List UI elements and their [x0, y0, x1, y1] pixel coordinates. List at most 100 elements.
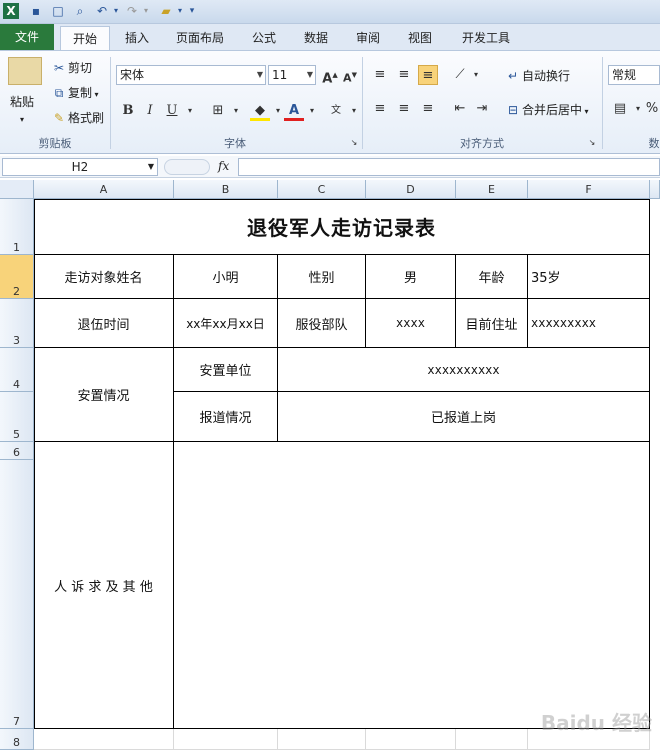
tab-developer[interactable]: 开发工具 [454, 26, 518, 50]
column-header-b[interactable]: B [174, 180, 278, 199]
copy-button[interactable]: ⧉ 复制 ▾ [50, 84, 99, 104]
print-preview-icon[interactable]: ⌕ [72, 3, 88, 19]
value-placement-unit[interactable]: xxxxxxxxxx [278, 348, 650, 392]
row-header-6[interactable]: 6 [0, 442, 34, 460]
column-header-f[interactable]: F [528, 180, 650, 199]
grid-cell[interactable] [456, 729, 528, 750]
insert-function-icon[interactable]: fx [218, 159, 229, 173]
label-visit-name[interactable]: 走访对象姓名 [34, 255, 174, 299]
italic-icon[interactable]: I [140, 101, 160, 121]
grow-font-icon[interactable]: A▲ [320, 65, 340, 86]
font-size-select[interactable]: 11 ▼ [268, 65, 316, 85]
font-color-dropdown-icon[interactable]: ▾ [302, 101, 322, 121]
label-placement-unit[interactable]: 安置单位 [174, 348, 278, 392]
row-header-2[interactable]: 2 [0, 255, 34, 299]
tab-view[interactable]: 视图 [400, 26, 440, 50]
brush-icon: ✎ [53, 111, 65, 125]
grid-cell[interactable] [34, 729, 174, 750]
align-center-icon[interactable]: ≡ [394, 99, 414, 119]
label-current-address[interactable]: 目前住址 [456, 299, 528, 348]
paste-icon[interactable] [8, 57, 42, 85]
align-top-icon[interactable]: ≡ [370, 65, 390, 85]
select-all-corner[interactable] [0, 180, 34, 199]
shrink-font-icon[interactable]: A▼ [340, 65, 360, 85]
label-appeal[interactable]: 人 诉 求 及 其 他 [34, 442, 174, 729]
bold-icon[interactable]: B [118, 101, 138, 121]
align-left-icon[interactable]: ≡ [370, 99, 390, 119]
phonetic-guide-icon[interactable]: 文 [326, 101, 346, 121]
borders-dropdown-icon[interactable]: ▾ [226, 101, 246, 121]
grid-cell[interactable] [278, 729, 366, 750]
merge-icon: ⊟ [507, 103, 519, 117]
label-age[interactable]: 年龄 [456, 255, 528, 299]
row-header-1[interactable]: 1 [0, 199, 34, 255]
column-header-g[interactable] [650, 180, 660, 199]
tab-file[interactable]: 文件 [0, 24, 54, 50]
new-file-icon[interactable]: □ [50, 3, 66, 19]
redo-dropdown-icon[interactable]: ▾ [138, 3, 154, 19]
undo-dropdown-icon[interactable]: ▾ [108, 3, 124, 19]
value-appeal[interactable] [174, 442, 650, 729]
tab-formulas[interactable]: 公式 [244, 26, 284, 50]
tab-page-layout[interactable]: 页面布局 [168, 26, 232, 50]
save-icon[interactable]: ▪ [28, 3, 44, 19]
row-header-4[interactable]: 4 [0, 348, 34, 392]
column-header-d[interactable]: D [366, 180, 456, 199]
underline-icon[interactable]: U [162, 101, 182, 121]
borders-icon[interactable]: ⊞ [208, 101, 228, 121]
tab-review[interactable]: 审阅 [348, 26, 388, 50]
column-header-a[interactable]: A [34, 180, 174, 199]
label-gender[interactable]: 性别 [278, 255, 366, 299]
value-service-unit[interactable]: xxxx [366, 299, 456, 348]
font-dialog-launcher-icon[interactable]: ↘ [344, 133, 364, 153]
customize-toolbar-icon[interactable]: ▾ [184, 3, 200, 19]
grid-cell[interactable] [174, 729, 278, 750]
grid-cell[interactable] [366, 729, 456, 750]
value-discharge-time[interactable]: xx年xx月xx日 [174, 299, 278, 348]
fill-color-icon[interactable]: ◆ [250, 101, 270, 121]
merge-center-label: 合并后居中 [522, 103, 583, 117]
align-bottom-icon[interactable]: ≡ [418, 65, 438, 85]
increase-indent-icon[interactable]: ⇥ [472, 99, 492, 119]
label-placement[interactable]: 安置情况 [34, 348, 174, 442]
row-header-3[interactable]: 3 [0, 299, 34, 348]
cut-button[interactable]: ✂ 剪切 [50, 59, 92, 77]
paste-dropdown-icon[interactable]: ▾ [20, 111, 24, 129]
alignment-dialog-launcher-icon[interactable]: ↘ [582, 133, 602, 153]
value-gender[interactable]: 男 [366, 255, 456, 299]
label-discharge-time[interactable]: 退伍时间 [34, 299, 174, 348]
align-right-icon[interactable]: ≡ [418, 99, 438, 119]
value-age[interactable]: 35岁 [528, 255, 650, 299]
tab-insert[interactable]: 插入 [116, 26, 158, 50]
percent-icon[interactable]: % [642, 99, 660, 119]
phonetic-dropdown-icon[interactable]: ▾ [344, 101, 364, 121]
column-header-e[interactable]: E [456, 180, 528, 199]
format-painter-button[interactable]: ✎ 格式刷 [50, 109, 104, 127]
decrease-indent-icon[interactable]: ⇤ [450, 99, 470, 119]
formula-input[interactable] [238, 158, 660, 176]
wrap-text-button[interactable]: ↵ 自动换行 [504, 67, 570, 85]
value-name[interactable]: 小明 [174, 255, 278, 299]
tab-home[interactable]: 开始 [60, 26, 110, 50]
formula-bar-expander[interactable] [164, 159, 210, 175]
orientation-dropdown-icon[interactable]: ▾ [466, 65, 486, 85]
column-header-c[interactable]: C [278, 180, 366, 199]
row-header-8[interactable]: 8 [0, 729, 34, 750]
row-header-7[interactable]: 7 [0, 460, 34, 729]
align-middle-icon[interactable]: ≡ [394, 65, 414, 85]
font-color-icon[interactable]: A [284, 101, 304, 121]
row-header-5[interactable]: 5 [0, 392, 34, 442]
paste-button[interactable]: 粘贴 [10, 93, 34, 111]
tab-data[interactable]: 数据 [296, 26, 336, 50]
label-report-status[interactable]: 报道情况 [174, 392, 278, 442]
accounting-format-icon[interactable]: ▤ [610, 99, 630, 119]
merge-center-button[interactable]: ⊟ 合并后居中 ▾ [504, 101, 589, 121]
label-service-unit[interactable]: 服役部队 [278, 299, 366, 348]
value-current-address[interactable]: xxxxxxxxx [528, 299, 650, 348]
name-box[interactable]: H2 ▼ [2, 158, 158, 176]
value-report-status[interactable]: 已报道上岗 [278, 392, 650, 442]
number-format-select[interactable]: 常规 [608, 65, 660, 85]
underline-dropdown-icon[interactable]: ▾ [180, 101, 200, 121]
table-title[interactable]: 退役军人走访记录表 [34, 199, 650, 255]
font-name-select[interactable]: 宋体 ▼ [116, 65, 266, 85]
